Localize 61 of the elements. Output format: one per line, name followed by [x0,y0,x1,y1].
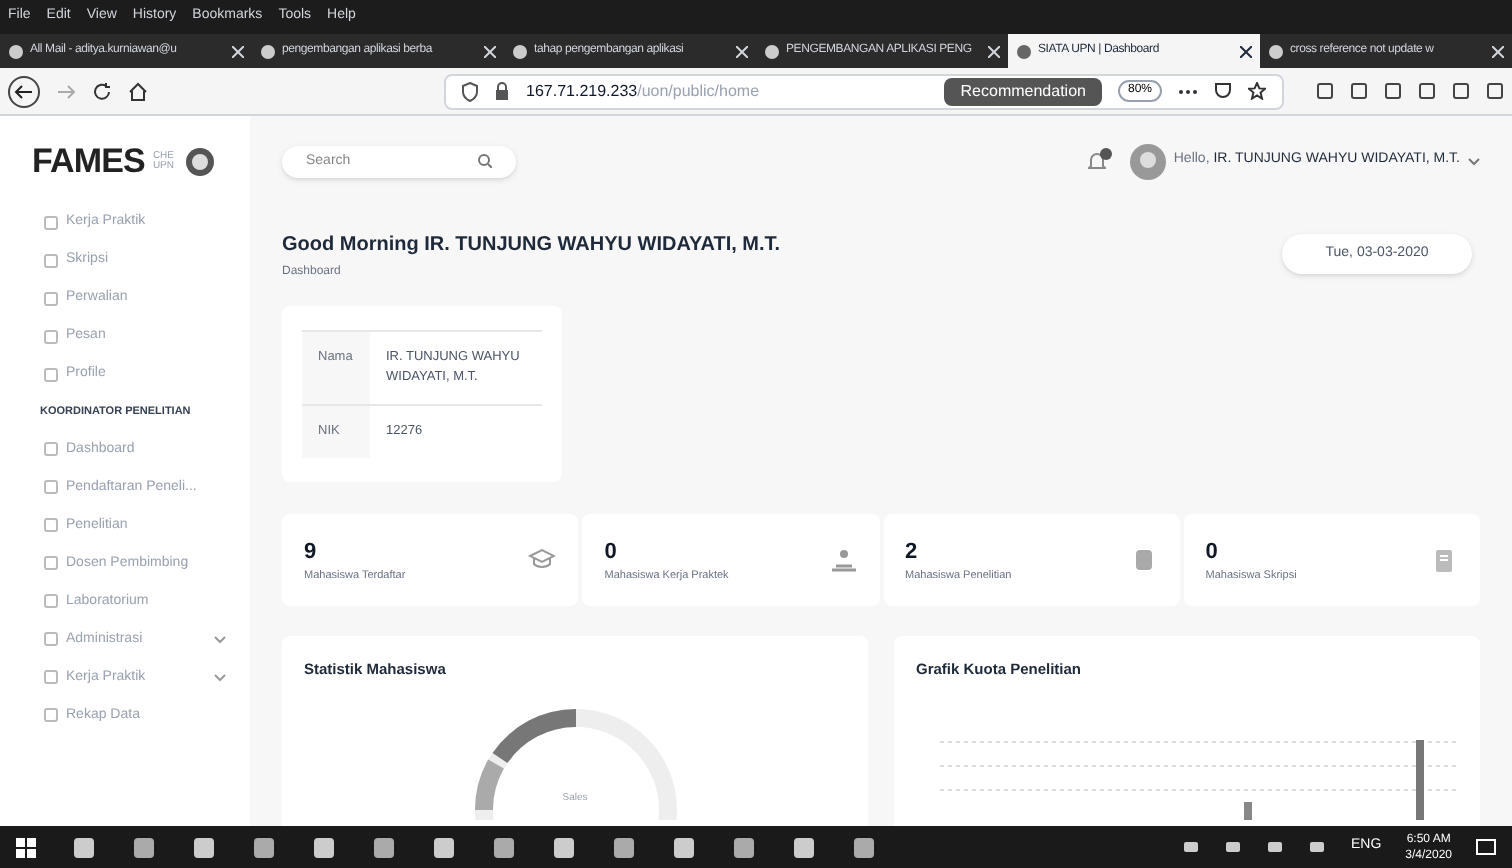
reload-icon[interactable] [92,81,112,101]
item-icon [44,292,58,306]
close-icon [484,45,496,57]
app-icon[interactable] [792,835,816,859]
item-icon [44,330,58,344]
star-icon[interactable] [1248,82,1266,100]
item-icon [44,480,58,495]
item-icon [44,708,58,723]
item-icon [44,632,58,647]
back-icon[interactable] [8,75,40,107]
logo-text: FAMES [32,139,145,184]
item-icon [44,254,58,268]
page-icon [1016,43,1032,59]
page-icon [512,43,528,59]
item-icon [44,368,58,382]
item-icon [44,518,58,533]
close-icon [232,45,244,57]
recommendation-button[interactable]: Recommendation [944,77,1102,105]
stat-value: 2 [905,537,920,568]
app-icon[interactable] [552,835,576,859]
page-title: Good Morning IR. TUNJUNG WAHYU WIDAYATI, M.T. [282,232,783,260]
badge-icon [1099,147,1112,159]
windows-icon[interactable] [16,837,36,857]
app-icon[interactable] [252,835,276,859]
url-text: 167.71.219.233/uon/public/home [526,79,760,103]
shield-icon [462,81,478,101]
close-icon [988,45,1000,57]
item-icon [44,594,58,609]
search-icon [478,154,492,168]
app-icon[interactable] [132,835,156,859]
emblem-icon [184,145,217,177]
page-icon [8,43,24,59]
person-desk-icon [829,547,857,573]
item-icon [44,216,58,230]
item-icon [44,556,58,571]
app-icon[interactable] [372,835,396,859]
app-icon[interactable] [612,835,636,859]
document-icon [1430,547,1458,573]
chevron-down-icon [1468,157,1480,165]
app-icon[interactable] [852,835,876,859]
close-icon [1492,45,1504,57]
home-icon[interactable] [128,81,148,101]
item-icon [44,442,58,457]
app-icon[interactable] [732,835,756,859]
stat-value: 0 [1205,537,1220,568]
stat-value: 9 [304,537,319,568]
bell-icon [1087,151,1106,171]
lock-icon [494,81,510,101]
page-icon [260,43,276,59]
pocket-icon[interactable] [1214,82,1232,100]
close-icon [736,45,748,57]
graduation-cap-icon [528,547,557,573]
avatar-icon [1129,143,1166,179]
item-icon [44,670,58,685]
app-icon[interactable] [192,835,216,859]
app-icon[interactable] [312,835,336,859]
more-icon[interactable] [1178,87,1198,95]
close-icon [1240,45,1252,57]
page-icon [1268,43,1284,59]
stat-value: 0 [604,537,619,568]
page-icon [764,43,780,59]
